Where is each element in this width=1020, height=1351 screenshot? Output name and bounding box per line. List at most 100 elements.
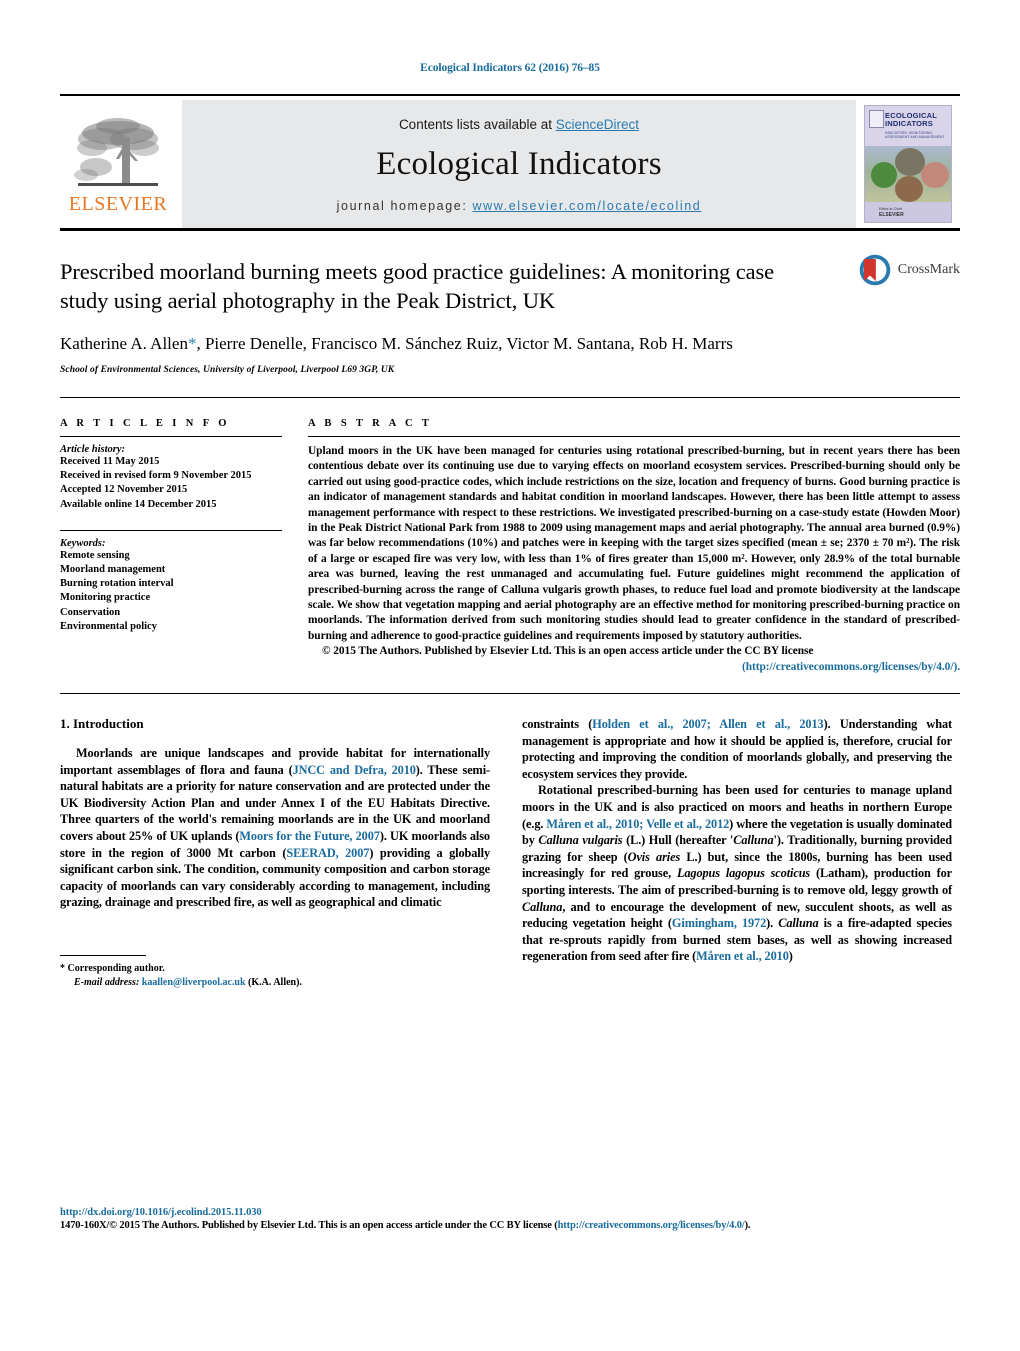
doi-line[interactable]: http://dx.doi.org/10.1016/j.ecolind.2015… [60, 1207, 960, 1218]
intro-p3-j: ) [788, 949, 793, 964]
intro-paragraph-3: Rotational prescribed-burning has been u… [522, 782, 952, 965]
citation-link[interactable]: Måren et al., 2010; Velle et al., 2012 [546, 817, 729, 831]
citation-link[interactable]: Måren et al., 2010 [696, 949, 789, 963]
footnote-email-label: E-mail address: [74, 976, 140, 988]
keywords-block: Keywords: Remote sensing Moorland manage… [60, 538, 282, 634]
running-head: Ecological Indicators 62 (2016) 76–85 [420, 62, 600, 74]
crossmark-label: CrossMark [897, 262, 960, 277]
keyword-item: Remote sensing [60, 549, 130, 561]
abstract-body: Upland moors in the UK have been managed… [308, 444, 960, 675]
citation-link[interactable]: SEERAD, 2007 [286, 846, 369, 860]
article-info-column: A R T I C L E I N F O Article history: R… [60, 418, 308, 675]
history-received: Received 11 May 2015 [60, 456, 160, 467]
contents-available-line: Contents lists available at ScienceDirec… [399, 117, 639, 132]
history-revised: Received in revised form 9 November 2015 [60, 470, 252, 482]
footnote-block: * Corresponding author. E-mail address: … [60, 962, 490, 989]
journal-band: Contents lists available at ScienceDirec… [182, 100, 856, 228]
page-footer: http://dx.doi.org/10.1016/j.ecolind.2015… [60, 1207, 960, 1231]
elsevier-tree-icon [74, 117, 159, 186]
cover-footer-small: Editor-in-Chief [879, 207, 902, 211]
homepage-label: journal homepage: [336, 199, 473, 213]
crossmark-badge[interactable]: CrossMark [858, 253, 960, 287]
article-info-rule [60, 436, 282, 437]
affiliation: School of Environmental Sciences, Univer… [60, 365, 395, 375]
keyword-item: Conservation [60, 606, 121, 618]
abstract-heading: A B S T R A C T [308, 418, 433, 429]
title-bottom-rule [60, 397, 960, 398]
section-heading-introduction: 1. Introduction [60, 716, 144, 732]
intro-paragraph-1: Moorlands are unique landscapes and prov… [60, 745, 490, 911]
species-name: Calluna [733, 833, 774, 848]
issn-tail: ). [744, 1220, 751, 1231]
crossmark-icon [859, 254, 891, 286]
page-title: Prescribed moorland burning meets good p… [60, 259, 775, 313]
footer-license-link[interactable]: http://creativecommons.org/licenses/by/4… [558, 1220, 745, 1231]
species-name: Calluna vulgaris [538, 833, 623, 848]
keyword-item: Moorland management [60, 564, 166, 576]
article-history-label: Article history: [60, 444, 126, 455]
abstract-copyright: © 2015 The Authors. Published by Elsevie… [322, 645, 814, 658]
intro-p3-c: (L.) Hull (hereafter ' [622, 833, 734, 848]
history-accepted: Accepted 12 November 2015 [60, 484, 188, 496]
license-link[interactable]: (http://creativecommons.org/licenses/by/… [742, 661, 960, 673]
intro-right-text: constraints (Holden et al., 2007; Allen … [522, 716, 952, 965]
elsevier-logo: ELSEVIER [60, 100, 182, 228]
history-online: Available online 14 December 2015 [60, 498, 217, 510]
abstract-bottom-rule [60, 693, 960, 695]
issn-copyright-line: 1470-160X/© 2015 The Authors. Published … [60, 1220, 960, 1231]
intro-p3-h: ). [766, 916, 779, 931]
citation-link[interactable]: Moors for the Future, 2007 [239, 829, 380, 843]
abstract-column: A B S T R A C T Upland moors in the UK h… [308, 418, 960, 675]
body-column-left: 1. Introduction Moorlands are unique lan… [60, 716, 490, 989]
author-list: Katherine A. Allen*, Pierre Denelle, Fra… [60, 332, 820, 356]
article-info-heading: A R T I C L E I N F O [60, 418, 230, 429]
author-first: Katherine A. Allen [60, 334, 188, 353]
footnote-email-line: E-mail address: kaallen@liverpool.ac.uk … [60, 976, 490, 990]
info-abstract-section: A R T I C L E I N F O Article history: R… [60, 418, 960, 675]
citation-link[interactable]: Holden et al., 2007; Allen et al., 2013 [592, 717, 823, 731]
keywords-rule [60, 529, 282, 531]
abstract-rule [308, 436, 960, 437]
species-name: Calluna [778, 916, 819, 931]
cover-photo [865, 146, 951, 204]
title-block: CrossMark Prescribed moorland burning me… [60, 231, 960, 375]
sciencedirect-link[interactable]: ScienceDirect [556, 117, 639, 132]
cover-elsevier-mark [869, 110, 884, 128]
journal-masthead: ELSEVIER Contents lists available at Sci… [60, 100, 960, 228]
cover-footer: Editor-in-Chief ELSEVIER [865, 202, 951, 222]
journal-title: Ecological Indicators [376, 146, 662, 182]
keyword-item: Monitoring practice [60, 592, 151, 604]
cover-circle-vegetation [871, 162, 897, 188]
email-link[interactable]: kaallen@liverpool.ac.uk [142, 977, 246, 988]
intro-left-text: Moorlands are unique landscapes and prov… [60, 745, 490, 911]
journal-cover-block: ECOLOGICAL INDICATORS INDICATORS, MONITO… [856, 100, 960, 228]
species-name: Ovis aries [627, 849, 681, 864]
doi-link[interactable]: http://dx.doi.org/10.1016/j.ecolind.2015… [60, 1207, 262, 1218]
body-column-right: constraints (Holden et al., 2007; Allen … [522, 716, 952, 989]
footnote-email-suffix: (K.A. Allen). [245, 976, 302, 988]
keyword-item: Environmental policy [60, 620, 157, 632]
citation-link[interactable]: Gimingham, 1972 [672, 916, 766, 930]
cover-subtitle: INDICATORS, MONITORING, ASSESSMENT AND M… [885, 131, 945, 140]
abstract-license: (http://creativecommons.org/licenses/by/… [308, 660, 960, 675]
body-columns: 1. Introduction Moorlands are unique lan… [60, 716, 960, 989]
cover-footer-brand: ELSEVIER [879, 212, 904, 218]
species-name: Calluna [522, 899, 563, 914]
intro-paragraph-2: constraints (Holden et al., 2007; Allen … [522, 716, 952, 782]
cover-title: ECOLOGICAL INDICATORS [885, 111, 937, 129]
keyword-item: Burning rotation interval [60, 578, 174, 590]
intro-p2-a: constraints ( [522, 717, 593, 732]
journal-homepage-line: journal homepage: www.elsevier.com/locat… [337, 199, 702, 213]
species-name: Lagopus lagopus scoticus [676, 866, 811, 881]
footnote-corresponding: * Corresponding author. [60, 963, 165, 975]
issn-text: 1470-160X/© 2015 The Authors. Published … [60, 1220, 558, 1231]
citation-link[interactable]: JNCC and Defra, 2010 [293, 763, 416, 777]
header-rule [60, 94, 960, 96]
footnote-rule [60, 955, 146, 957]
author-rest: , Pierre Denelle, Francisco M. Sánchez R… [196, 334, 733, 353]
cover-circle-fieldwork [895, 176, 923, 202]
journal-cover-image: ECOLOGICAL INDICATORS INDICATORS, MONITO… [864, 105, 952, 223]
journal-homepage-link[interactable]: www.elsevier.com/locate/ecolind [472, 199, 701, 213]
cover-circle-sample [921, 162, 949, 188]
paper-page: Ecological Indicators 62 (2016) 76–85 EL… [0, 0, 1020, 1351]
